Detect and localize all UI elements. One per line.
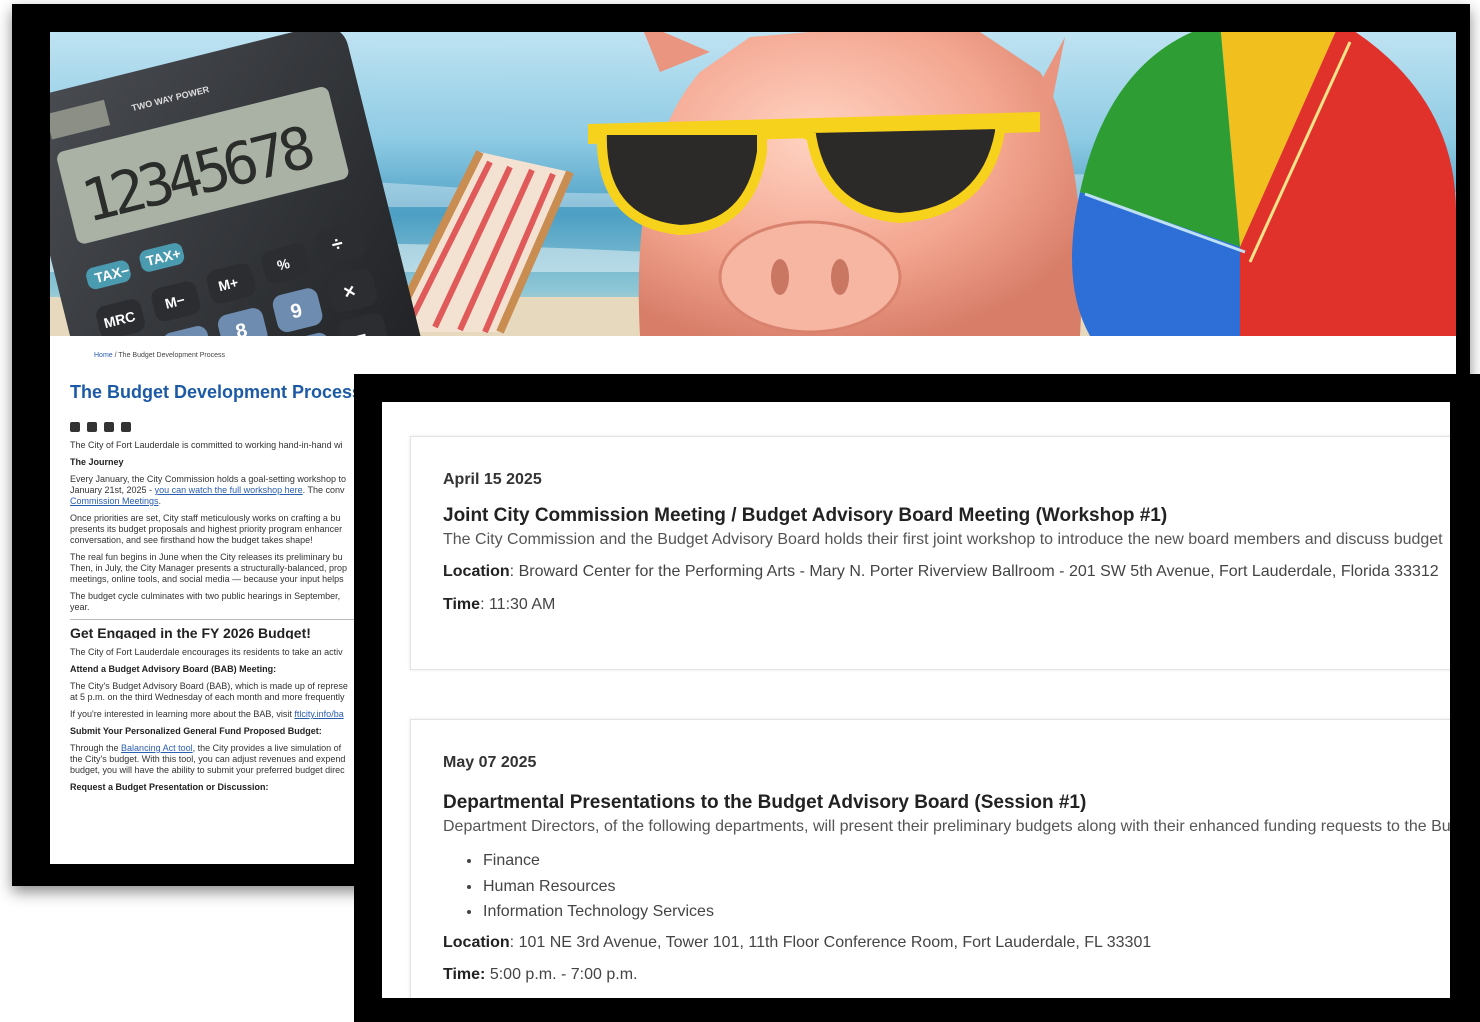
bab-more-paragraph: If you're interested in learning more ab… (70, 709, 370, 720)
bab-heading: Attend a Budget Advisory Board (BAB) Mee… (70, 664, 277, 674)
section-divider (70, 619, 370, 620)
events-page: April 15 2025 Joint City Commission Meet… (382, 402, 1450, 998)
journey-p1-line1: Every January, the City Commission holds… (70, 474, 346, 484)
commission-meetings-link[interactable]: Commission Meetings (70, 496, 159, 506)
event-title[interactable]: Departmental Presentations to the Budget… (443, 792, 1086, 814)
event-location: Location: Broward Center for the Perform… (443, 563, 1439, 581)
event-description: The City Commission and the Budget Advis… (443, 531, 1443, 548)
time-value: 5:00 p.m. - 7:00 p.m. (485, 966, 638, 983)
event-card: May 07 2025 Departmental Presentations t… (410, 719, 1450, 998)
submit-line1-end: , the City provides a live simulation of (192, 743, 342, 753)
hero-banner: TWO WAY POWER 12345678 TAX− TAX+ MRC M− … (50, 32, 1456, 336)
time-value: : 11:30 AM (480, 596, 556, 613)
event-location: Location: 101 NE 3rd Avenue, Tower 101, … (443, 934, 1151, 952)
location-label: Location (443, 934, 510, 951)
submit-budget-paragraph: Through the Balancing Act tool, the City… (70, 743, 370, 776)
journey-p2-line1: Once priorities are set, City staff meti… (70, 513, 341, 523)
submit-line2: the City's budget. With this tool, you c… (70, 754, 346, 764)
foreground-screenshot-window: April 15 2025 Joint City Commission Meet… (354, 374, 1480, 1022)
event-date: April 15 2025 (443, 471, 542, 488)
event-time: Time: 5:00 p.m. - 7:00 p.m. (443, 966, 637, 984)
bab-more-text: If you're interested in learning more ab… (70, 709, 295, 719)
journey-p4-line1: The budget cycle culminates with two pub… (70, 591, 341, 601)
journey-p1-line3-end: . (158, 496, 162, 506)
engaged-heading: Get Engaged in the FY 2026 Budget! (70, 628, 311, 639)
breadcrumb-current: The Budget Development Process (118, 352, 226, 359)
journey-p1-line2-end: . The conv (302, 485, 345, 495)
intro-text: The City of Fort Lauderdale is committed… (70, 440, 343, 450)
location-value: : 101 NE 3rd Avenue, Tower 101, 11th Flo… (509, 934, 1152, 951)
journey-paragraph-1: Every January, the City Commission holds… (70, 474, 370, 507)
request-presentation-heading: Request a Budget Presentation or Discuss… (70, 782, 269, 792)
bab-paragraph: The City's Budget Advisory Board (BAB), … (70, 681, 370, 703)
event-title[interactable]: Joint City Commission Meeting / Budget A… (443, 505, 1167, 527)
event-date: May 07 2025 (443, 754, 537, 771)
department-list: Finance Human Resources Information Tech… (467, 848, 714, 925)
bab-line1: The City's Budget Advisory Board (BAB), … (70, 681, 348, 691)
journey-p2-line3: conversation, and see firsthand how the … (70, 535, 313, 545)
journey-paragraph-2: Once priorities are set, City staff meti… (70, 513, 370, 546)
department-item: Finance (467, 848, 714, 874)
workshop-video-link[interactable]: you can watch the full workshop here (155, 485, 303, 495)
submit-line1-start: Through the (70, 743, 122, 753)
facebook-icon[interactable] (70, 422, 80, 432)
breadcrumb-home-link[interactable]: Home (94, 352, 113, 359)
breadcrumb: Home / The Budget Development Process (94, 352, 225, 359)
engaged-intro: The City of Fort Lauderdale encourages i… (70, 647, 343, 657)
bab-info-link[interactable]: ftlcity.info/ba (294, 709, 343, 719)
linkedin-icon[interactable] (104, 422, 114, 432)
page-content: The City of Fort Lauderdale is committed… (70, 440, 370, 799)
submit-line3: budget, you will have the ability to sub… (70, 765, 345, 775)
department-item: Human Resources (467, 874, 714, 900)
time-label: Time (443, 596, 481, 613)
journey-paragraph-4: The budget cycle culminates with two pub… (70, 591, 370, 613)
journey-p1-line2: January 21st, 2025 - (70, 485, 155, 495)
time-label: Time: (443, 966, 486, 983)
department-item: Information Technology Services (467, 899, 714, 925)
location-value: : Broward Center for the Performing Arts… (509, 563, 1439, 580)
email-icon[interactable] (121, 422, 131, 432)
journey-p3-line1: The real fun begins in June when the Cit… (70, 552, 343, 562)
journey-p4-line2: year. (70, 602, 90, 612)
journey-paragraph-3: The real fun begins in June when the Cit… (70, 552, 370, 585)
event-card: April 15 2025 Joint City Commission Meet… (410, 436, 1450, 670)
journey-p2-line2: presents its budget proposals and highes… (70, 524, 343, 534)
twitter-icon[interactable] (87, 422, 97, 432)
event-description: Department Directors, of the following d… (443, 818, 1450, 835)
bab-line2: at 5 p.m. on the third Wednesday of each… (70, 692, 345, 702)
page-title: The Budget Development Process (70, 382, 363, 402)
journey-heading: The Journey (70, 457, 124, 467)
event-time: Time: 11:30 AM (443, 596, 555, 614)
journey-p3-line3: meetings, online tools, and social media… (70, 574, 344, 584)
balancing-act-link[interactable]: Balancing Act tool (121, 743, 193, 753)
journey-p3-line2: Then, in July, the City Manager presents… (70, 563, 347, 573)
share-links (70, 422, 131, 432)
location-label: Location (443, 563, 510, 580)
submit-budget-heading: Submit Your Personalized General Fund Pr… (70, 726, 322, 736)
